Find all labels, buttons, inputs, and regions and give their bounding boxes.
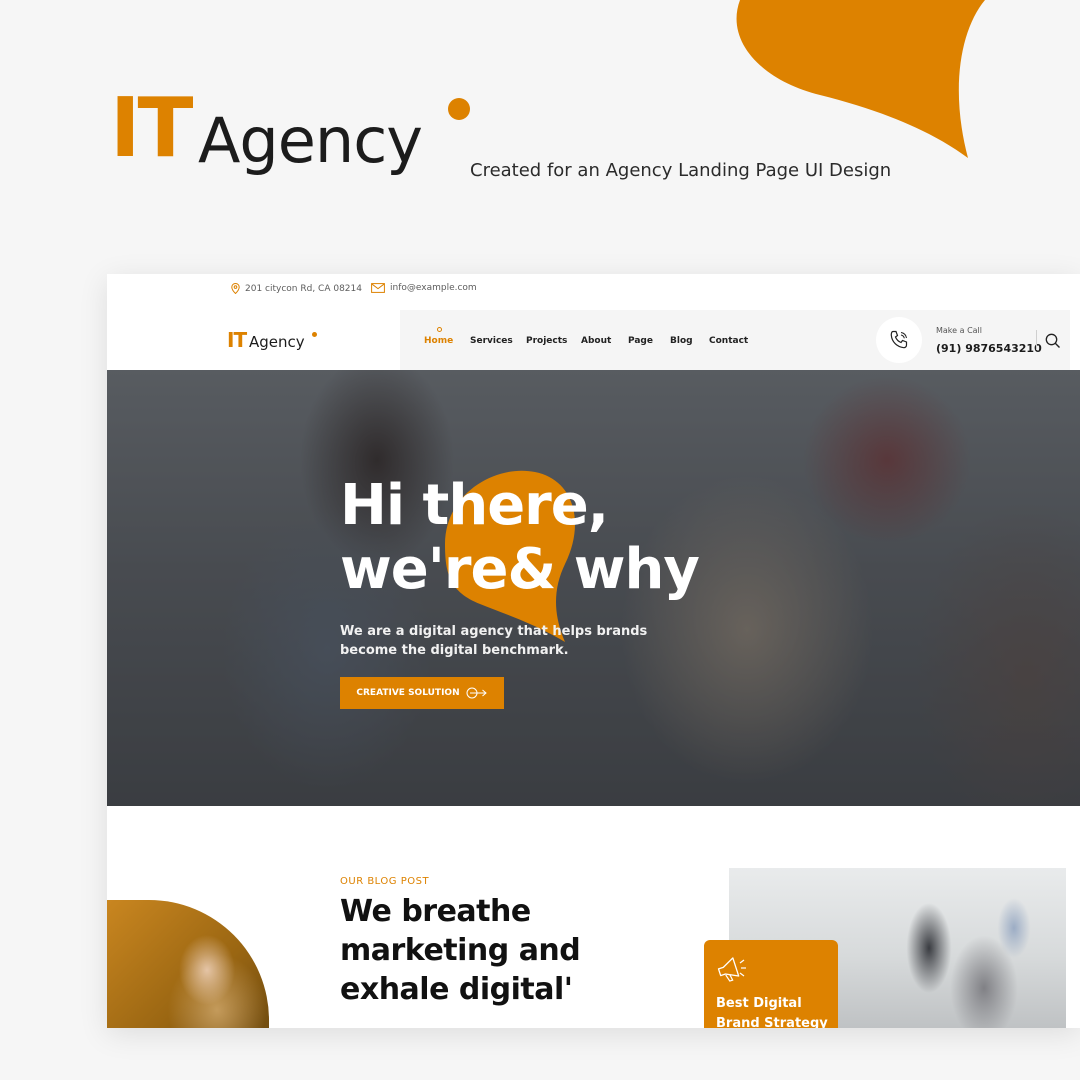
blog-title-line: exhale digital'	[340, 972, 573, 1007]
brand-strategy-card[interactable]: Best Digital Brand Strategy	[704, 940, 838, 1028]
call-label: Make a Call	[936, 326, 982, 335]
nav-link-label: Blog	[670, 336, 693, 346]
hero-title: Hi there, we're& why	[340, 473, 700, 602]
website-mockup: 201 citycon Rd, CA 08214 info@example.co…	[107, 274, 1080, 1028]
email-item[interactable]: info@example.com	[371, 283, 477, 293]
top-info-bar: 201 citycon Rd, CA 08214 info@example.co…	[107, 274, 1080, 306]
card-title: Best Digital Brand Strategy	[716, 994, 828, 1028]
site-logo-dot	[312, 332, 317, 337]
blog-title: We breathe marketing and exhale digital'	[340, 892, 581, 1009]
card-title-line: Brand Strategy	[716, 1016, 828, 1028]
nav-link-home[interactable]: Home	[424, 327, 454, 346]
blog-title-line: marketing and	[340, 933, 581, 968]
nav-link-label: Contact	[709, 336, 749, 346]
nav-link-label: About	[581, 336, 612, 346]
nav-link-blog[interactable]: Blog	[670, 336, 693, 346]
nav-link-label: Page	[628, 336, 653, 346]
active-indicator-icon	[436, 327, 442, 332]
nav-divider	[1036, 330, 1037, 350]
address-text: 201 citycon Rd, CA 08214	[245, 283, 362, 294]
brand-logo-agency: Agency	[198, 104, 423, 177]
megaphone-icon	[717, 957, 746, 982]
address-item: 201 citycon Rd, CA 08214	[231, 283, 362, 294]
site-logo-it: IT	[227, 328, 247, 352]
call-number[interactable]: (91) 9876543210	[936, 342, 1042, 355]
brand-logo-dot	[448, 98, 470, 120]
creative-solution-button[interactable]: CREATIVE SOLUTION	[340, 677, 504, 709]
nav-link-projects[interactable]: Projects	[526, 336, 567, 346]
card-title-line: Best Digital	[716, 996, 802, 1011]
nav-link-label: Services	[470, 336, 513, 346]
blog-kicker: OUR BLOG POST	[340, 876, 430, 887]
arrow-right-circle-icon	[466, 687, 487, 699]
site-logo-agency: Agency	[249, 333, 305, 351]
presentation-tagline: Created for an Agency Landing Page UI De…	[470, 160, 892, 181]
location-pin-icon	[231, 283, 240, 294]
button-label: CREATIVE SOLUTION	[356, 688, 460, 698]
call-button[interactable]	[876, 317, 922, 363]
hero-section: Hi there, we're& why We are a digital ag…	[107, 370, 1080, 806]
hero-title-line: we're& why	[340, 537, 700, 602]
phone-icon	[890, 330, 908, 349]
nav-menu: Home Services Projects About Page Blog C…	[400, 310, 1070, 370]
nav-link-contact[interactable]: Contact	[709, 336, 748, 346]
nav-link-about[interactable]: About	[581, 336, 611, 346]
nav-link-services[interactable]: Services	[470, 336, 513, 346]
envelope-icon	[371, 283, 385, 293]
nav-link-label: Home	[424, 336, 454, 346]
hero-title-line: Hi there,	[340, 473, 609, 538]
navbar: IT Agency Home Services Projects About P…	[107, 310, 1080, 370]
email-text[interactable]: info@example.com	[390, 283, 477, 293]
blog-title-line: We breathe	[340, 894, 531, 929]
brand-logo-it: IT	[110, 81, 193, 176]
hero-subtitle-line: We are a digital agency that helps brand…	[340, 624, 648, 639]
hero-subtitle-line: become the digital benchmark.	[340, 643, 569, 658]
blog-portrait-image	[107, 900, 269, 1028]
nav-link-page[interactable]: Page	[628, 336, 653, 346]
nav-link-label: Projects	[526, 336, 568, 346]
decorative-blob	[736, 0, 985, 158]
hero-subtitle: We are a digital agency that helps brand…	[340, 622, 647, 660]
blog-section: OUR BLOG POST We breathe marketing and e…	[107, 806, 1080, 1028]
search-icon[interactable]	[1044, 332, 1062, 350]
